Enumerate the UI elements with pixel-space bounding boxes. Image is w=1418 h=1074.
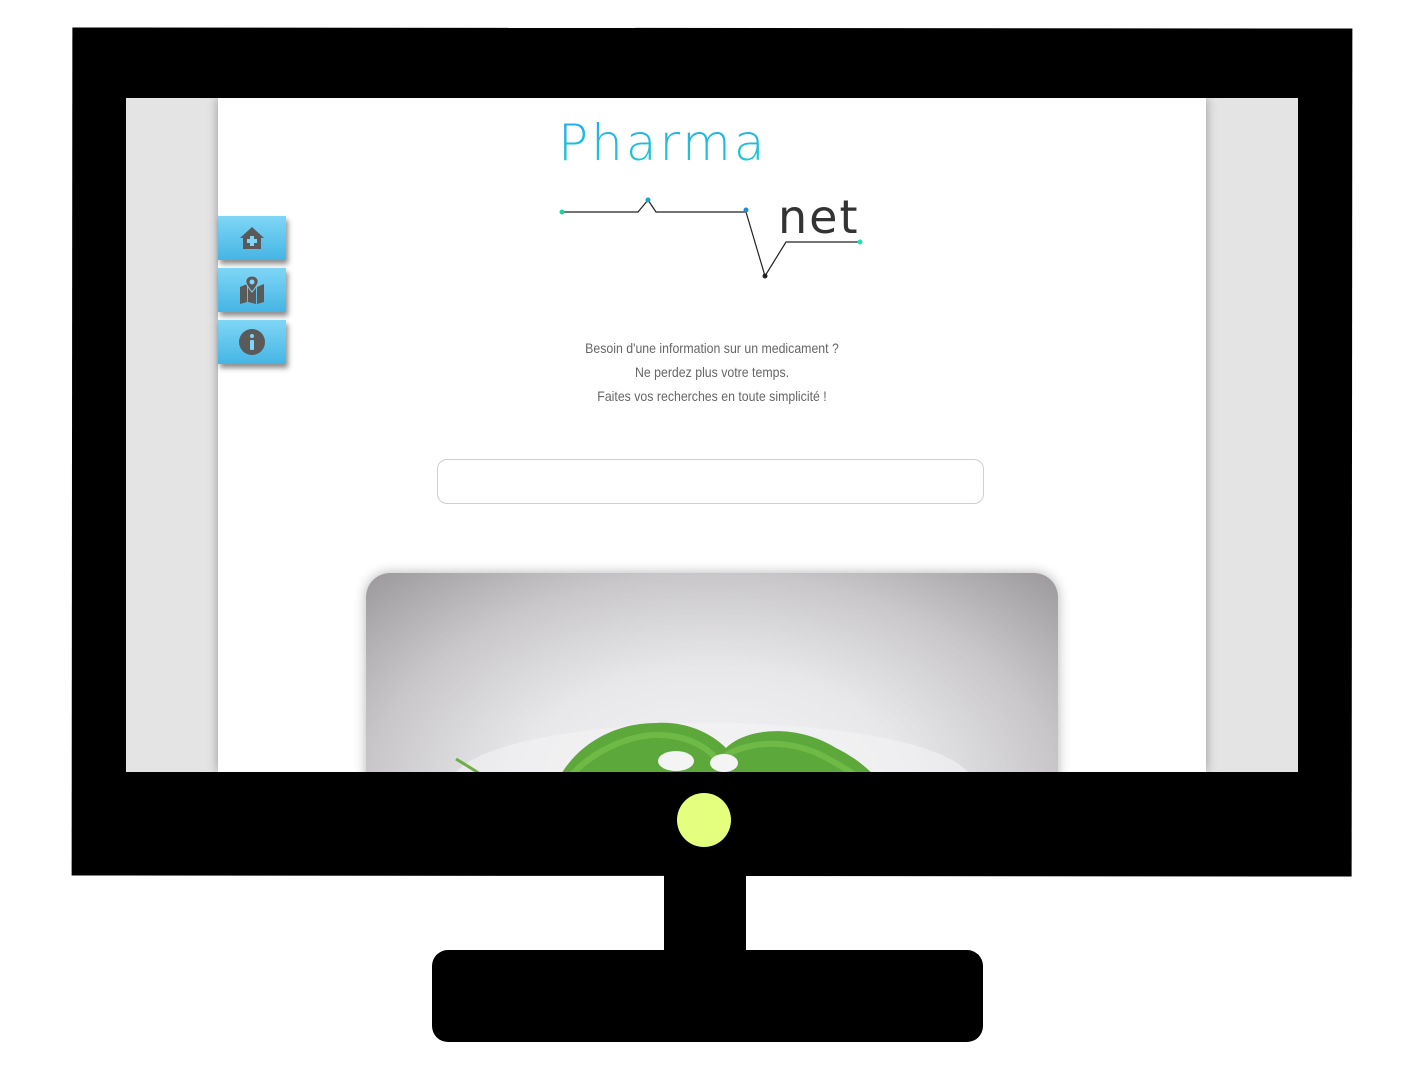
tagline-line-1: Besoin d'une information sur un medicame… <box>585 340 839 356</box>
power-led <box>677 793 731 847</box>
tagline-line-2: Ne perdez plus votre temps. <box>634 364 790 380</box>
nav-map-button[interactable] <box>218 268 286 312</box>
hero-image <box>366 573 1058 772</box>
nav-home-button[interactable] <box>218 216 286 260</box>
monitor-stand-base <box>432 950 983 1042</box>
tagline-line-3: Faites vos recherches en toute simplicit… <box>597 388 827 404</box>
map-pin-icon <box>240 275 264 304</box>
monitor-stand-neck <box>664 870 746 960</box>
web-page: Pharma net Besoin d'une information sur … <box>218 98 1206 772</box>
search-input[interactable] <box>437 459 984 504</box>
leaf-pills-image <box>455 722 968 772</box>
home-plus-icon <box>240 227 264 249</box>
logo-heartbeat-line <box>559 197 863 279</box>
pharmanet-logo[interactable]: Pharma net <box>558 114 868 285</box>
monitor-screen: Pharma net Besoin d'une information sur … <box>126 98 1298 772</box>
tagline: Besoin d'une information sur un medicame… <box>218 336 1206 408</box>
